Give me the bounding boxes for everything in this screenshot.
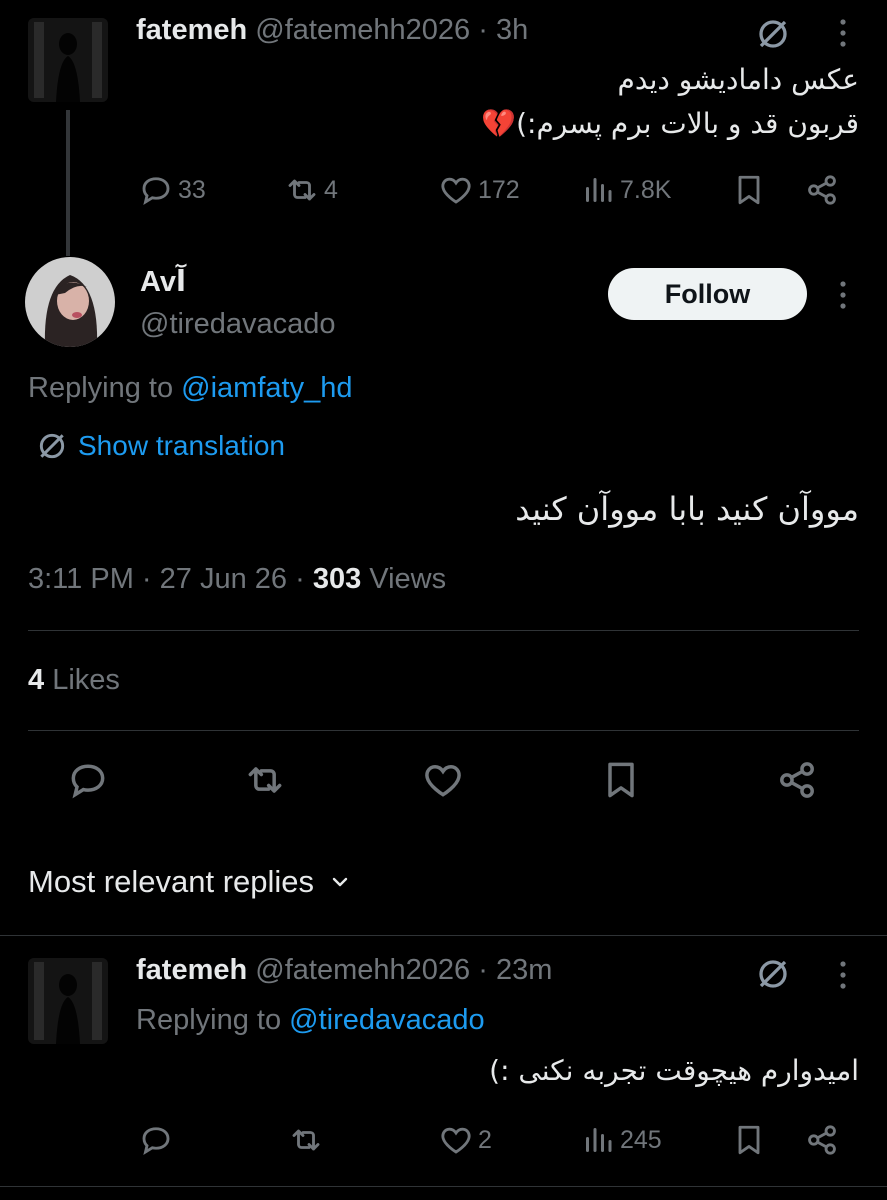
views-label: Views — [369, 563, 447, 595]
separator: · — [295, 563, 305, 595]
grok-icon[interactable] — [755, 16, 791, 52]
like-count: 172 — [478, 175, 520, 204]
avatar[interactable] — [28, 18, 108, 102]
like-button[interactable]: 2 — [438, 1122, 492, 1158]
share-button[interactable] — [804, 172, 840, 208]
separator: · — [141, 563, 152, 595]
reply-button[interactable]: 33 — [138, 172, 206, 208]
replying-to-link[interactable]: @tiredavacado — [289, 1004, 485, 1036]
separator: · — [478, 954, 488, 986]
retweet-count: 4 — [324, 175, 338, 204]
author-handle[interactable]: @fatemehh2026 — [255, 954, 470, 986]
timestamp[interactable]: 3h — [496, 14, 528, 46]
tweet-date[interactable]: 27 Jun 26 — [160, 563, 287, 595]
bookmark-button[interactable] — [731, 1122, 767, 1158]
likes-summary[interactable]: 4 Likes — [28, 664, 120, 697]
timestamp[interactable]: 23m — [496, 954, 552, 986]
separator: · — [478, 14, 488, 46]
avatar[interactable] — [28, 958, 108, 1044]
more-icon[interactable] — [838, 280, 848, 310]
grok-icon — [36, 430, 68, 462]
show-translation-label[interactable]: Show translation — [78, 430, 285, 462]
divider — [0, 1186, 887, 1187]
bookmark-button[interactable] — [599, 758, 643, 802]
likes-label: Likes — [52, 664, 120, 696]
views-count: 245 — [620, 1125, 662, 1154]
thread-line — [66, 110, 70, 256]
replying-to: Replying to @tiredavacado — [136, 1004, 485, 1037]
views-count: 7.8K — [620, 175, 672, 204]
views-button[interactable]: 245 — [580, 1122, 662, 1158]
follow-button[interactable]: Follow — [608, 268, 807, 320]
bookmark-button[interactable] — [731, 172, 767, 208]
author-handle[interactable]: @tiredavacado — [140, 308, 336, 341]
likes-count: 4 — [28, 664, 45, 696]
tweet-text: امیدوارم هیچوقت تجربه نکنی :) — [489, 1054, 859, 1087]
show-translation[interactable]: Show translation — [36, 430, 285, 462]
grok-icon[interactable] — [755, 956, 791, 992]
divider — [28, 730, 859, 731]
tweet-text: مووآن کنید بابا مووآن کنید — [515, 490, 859, 528]
retweet-button[interactable] — [243, 758, 287, 802]
divider — [28, 630, 859, 631]
tweet-time[interactable]: 3:11 PM — [28, 563, 134, 595]
author-name[interactable]: fatemeh — [136, 954, 247, 986]
reply-button[interactable] — [66, 758, 110, 802]
share-button[interactable] — [775, 758, 819, 802]
tweet-text-line: قربون قد و بالات برم پسرم:)💔 — [481, 107, 859, 140]
author-handle[interactable]: @fatemehh2026 — [255, 14, 470, 46]
views-button[interactable]: 7.8K — [580, 172, 671, 208]
tweet-text-line: عکس دامادیشو دیدم — [617, 63, 859, 96]
retweet-button[interactable] — [288, 1122, 328, 1158]
retweet-button[interactable]: 4 — [284, 172, 338, 208]
avatar[interactable] — [25, 257, 115, 347]
divider — [0, 935, 887, 936]
tweet-text: عکس دامادیشو دیدم قربون قد و بالات برم پ… — [139, 58, 859, 146]
like-button[interactable]: 172 — [438, 172, 520, 208]
replying-to-link[interactable]: @iamfaty_hd — [181, 372, 352, 404]
reply-button[interactable] — [138, 1122, 178, 1158]
replies-sort-dropdown[interactable]: Most relevant replies — [28, 864, 352, 900]
replying-to-label: Replying to — [136, 1004, 282, 1036]
chevron-down-icon — [328, 870, 352, 894]
more-icon[interactable] — [838, 960, 848, 990]
views-count: 303 — [312, 563, 362, 595]
reply-count: 33 — [178, 175, 206, 204]
author-name[interactable]: Avآ — [140, 264, 186, 299]
replying-to-label: Replying to — [28, 372, 174, 404]
replying-to: Replying to @iamfaty_hd — [28, 372, 352, 405]
more-icon[interactable] — [838, 18, 848, 48]
author-name[interactable]: fatemeh — [136, 14, 247, 46]
like-count: 2 — [478, 1125, 492, 1154]
tweet-meta: 3:11 PM · 27 Jun 26 · 303 Views — [28, 563, 446, 596]
tweet-header: fatemeh @fatemehh2026 · 23m — [136, 954, 552, 987]
tweet-header: fatemeh @fatemehh2026 · 3h — [136, 14, 528, 47]
share-button[interactable] — [804, 1122, 840, 1158]
replies-sort-label: Most relevant replies — [28, 864, 315, 899]
like-button[interactable] — [421, 758, 465, 802]
